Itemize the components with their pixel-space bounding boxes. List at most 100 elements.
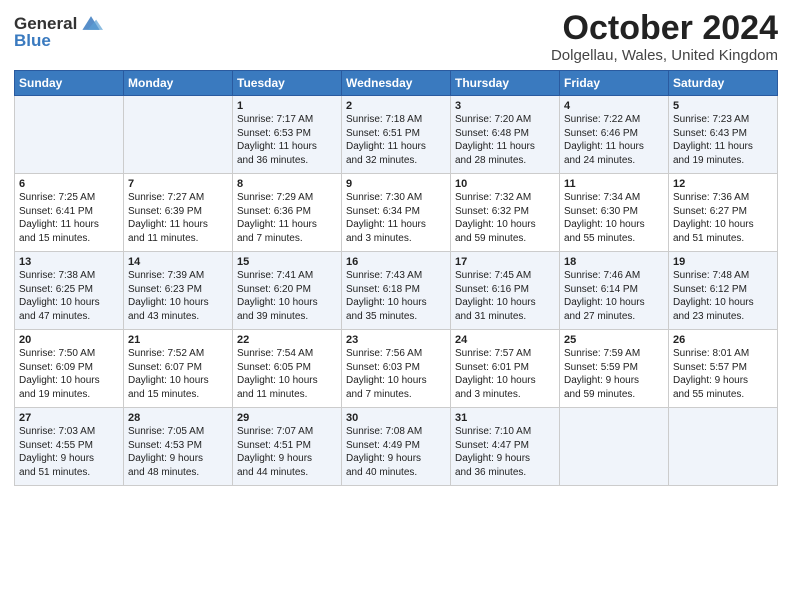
calendar-cell: 13Sunrise: 7:38 AM Sunset: 6:25 PM Dayli… [15,252,124,330]
day-number: 14 [128,256,228,268]
day-number: 10 [455,178,555,190]
location-title: Dolgellau, Wales, United Kingdom [551,47,778,64]
day-info: Sunrise: 7:57 AM Sunset: 6:01 PM Dayligh… [455,347,555,401]
day-number: 11 [564,178,664,190]
calendar-cell [669,408,778,486]
day-info: Sunrise: 8:01 AM Sunset: 5:57 PM Dayligh… [673,347,773,401]
calendar-cell [124,96,233,174]
header-monday: Monday [124,71,233,96]
day-number: 24 [455,334,555,346]
day-info: Sunrise: 7:56 AM Sunset: 6:03 PM Dayligh… [346,347,446,401]
day-info: Sunrise: 7:23 AM Sunset: 6:43 PM Dayligh… [673,113,773,167]
calendar-cell: 26Sunrise: 8:01 AM Sunset: 5:57 PM Dayli… [669,330,778,408]
calendar-cell: 22Sunrise: 7:54 AM Sunset: 6:05 PM Dayli… [233,330,342,408]
calendar-cell: 2Sunrise: 7:18 AM Sunset: 6:51 PM Daylig… [342,96,451,174]
day-number: 26 [673,334,773,346]
day-info: Sunrise: 7:34 AM Sunset: 6:30 PM Dayligh… [564,191,664,245]
day-info: Sunrise: 7:20 AM Sunset: 6:48 PM Dayligh… [455,113,555,167]
header-thursday: Thursday [451,71,560,96]
day-info: Sunrise: 7:48 AM Sunset: 6:12 PM Dayligh… [673,269,773,323]
logo-general: General [14,15,77,32]
day-info: Sunrise: 7:54 AM Sunset: 6:05 PM Dayligh… [237,347,337,401]
title-block: October 2024 Dolgellau, Wales, United Ki… [551,10,778,64]
header-wednesday: Wednesday [342,71,451,96]
calendar-cell: 10Sunrise: 7:32 AM Sunset: 6:32 PM Dayli… [451,174,560,252]
day-number: 29 [237,412,337,424]
day-info: Sunrise: 7:50 AM Sunset: 6:09 PM Dayligh… [19,347,119,401]
header-row: General Blue October 2024 Dolgellau, Wal… [14,10,778,64]
calendar-week-5: 27Sunrise: 7:03 AM Sunset: 4:55 PM Dayli… [15,408,778,486]
logo-icon [79,14,103,32]
day-number: 15 [237,256,337,268]
day-info: Sunrise: 7:52 AM Sunset: 6:07 PM Dayligh… [128,347,228,401]
day-number: 12 [673,178,773,190]
calendar-cell: 18Sunrise: 7:46 AM Sunset: 6:14 PM Dayli… [560,252,669,330]
day-info: Sunrise: 7:22 AM Sunset: 6:46 PM Dayligh… [564,113,664,167]
page: General Blue October 2024 Dolgellau, Wal… [0,0,792,494]
day-number: 23 [346,334,446,346]
day-info: Sunrise: 7:32 AM Sunset: 6:32 PM Dayligh… [455,191,555,245]
header-row-days: Sunday Monday Tuesday Wednesday Thursday… [15,71,778,96]
day-info: Sunrise: 7:41 AM Sunset: 6:20 PM Dayligh… [237,269,337,323]
day-number: 13 [19,256,119,268]
day-number: 2 [346,100,446,112]
day-number: 16 [346,256,446,268]
day-number: 25 [564,334,664,346]
calendar-cell: 16Sunrise: 7:43 AM Sunset: 6:18 PM Dayli… [342,252,451,330]
day-info: Sunrise: 7:29 AM Sunset: 6:36 PM Dayligh… [237,191,337,245]
calendar-cell: 3Sunrise: 7:20 AM Sunset: 6:48 PM Daylig… [451,96,560,174]
calendar-cell: 5Sunrise: 7:23 AM Sunset: 6:43 PM Daylig… [669,96,778,174]
day-number: 21 [128,334,228,346]
calendar-cell: 9Sunrise: 7:30 AM Sunset: 6:34 PM Daylig… [342,174,451,252]
calendar-week-4: 20Sunrise: 7:50 AM Sunset: 6:09 PM Dayli… [15,330,778,408]
day-info: Sunrise: 7:39 AM Sunset: 6:23 PM Dayligh… [128,269,228,323]
calendar-cell: 4Sunrise: 7:22 AM Sunset: 6:46 PM Daylig… [560,96,669,174]
calendar-cell [15,96,124,174]
day-info: Sunrise: 7:17 AM Sunset: 6:53 PM Dayligh… [237,113,337,167]
calendar-cell: 23Sunrise: 7:56 AM Sunset: 6:03 PM Dayli… [342,330,451,408]
calendar-cell: 30Sunrise: 7:08 AM Sunset: 4:49 PM Dayli… [342,408,451,486]
day-info: Sunrise: 7:25 AM Sunset: 6:41 PM Dayligh… [19,191,119,245]
calendar-cell: 15Sunrise: 7:41 AM Sunset: 6:20 PM Dayli… [233,252,342,330]
header-friday: Friday [560,71,669,96]
day-info: Sunrise: 7:10 AM Sunset: 4:47 PM Dayligh… [455,425,555,479]
day-info: Sunrise: 7:05 AM Sunset: 4:53 PM Dayligh… [128,425,228,479]
day-info: Sunrise: 7:36 AM Sunset: 6:27 PM Dayligh… [673,191,773,245]
day-number: 18 [564,256,664,268]
day-info: Sunrise: 7:43 AM Sunset: 6:18 PM Dayligh… [346,269,446,323]
day-number: 30 [346,412,446,424]
header-sunday: Sunday [15,71,124,96]
calendar-week-3: 13Sunrise: 7:38 AM Sunset: 6:25 PM Dayli… [15,252,778,330]
calendar-cell: 21Sunrise: 7:52 AM Sunset: 6:07 PM Dayli… [124,330,233,408]
day-number: 6 [19,178,119,190]
day-number: 5 [673,100,773,112]
day-info: Sunrise: 7:27 AM Sunset: 6:39 PM Dayligh… [128,191,228,245]
calendar-cell: 1Sunrise: 7:17 AM Sunset: 6:53 PM Daylig… [233,96,342,174]
calendar-cell: 8Sunrise: 7:29 AM Sunset: 6:36 PM Daylig… [233,174,342,252]
day-info: Sunrise: 7:46 AM Sunset: 6:14 PM Dayligh… [564,269,664,323]
day-number: 4 [564,100,664,112]
calendar-cell: 7Sunrise: 7:27 AM Sunset: 6:39 PM Daylig… [124,174,233,252]
day-number: 3 [455,100,555,112]
calendar-cell: 17Sunrise: 7:45 AM Sunset: 6:16 PM Dayli… [451,252,560,330]
day-info: Sunrise: 7:45 AM Sunset: 6:16 PM Dayligh… [455,269,555,323]
calendar-cell [560,408,669,486]
day-number: 31 [455,412,555,424]
logo-blue: Blue [14,32,51,49]
calendar-cell: 6Sunrise: 7:25 AM Sunset: 6:41 PM Daylig… [15,174,124,252]
calendar-cell: 14Sunrise: 7:39 AM Sunset: 6:23 PM Dayli… [124,252,233,330]
header-saturday: Saturday [669,71,778,96]
calendar-cell: 27Sunrise: 7:03 AM Sunset: 4:55 PM Dayli… [15,408,124,486]
calendar-cell: 28Sunrise: 7:05 AM Sunset: 4:53 PM Dayli… [124,408,233,486]
header-tuesday: Tuesday [233,71,342,96]
day-number: 17 [455,256,555,268]
calendar-table: Sunday Monday Tuesday Wednesday Thursday… [14,70,778,486]
day-number: 9 [346,178,446,190]
calendar-cell: 20Sunrise: 7:50 AM Sunset: 6:09 PM Dayli… [15,330,124,408]
day-number: 22 [237,334,337,346]
day-number: 27 [19,412,119,424]
day-info: Sunrise: 7:18 AM Sunset: 6:51 PM Dayligh… [346,113,446,167]
month-title: October 2024 [551,10,778,47]
day-number: 7 [128,178,228,190]
calendar-cell: 31Sunrise: 7:10 AM Sunset: 4:47 PM Dayli… [451,408,560,486]
